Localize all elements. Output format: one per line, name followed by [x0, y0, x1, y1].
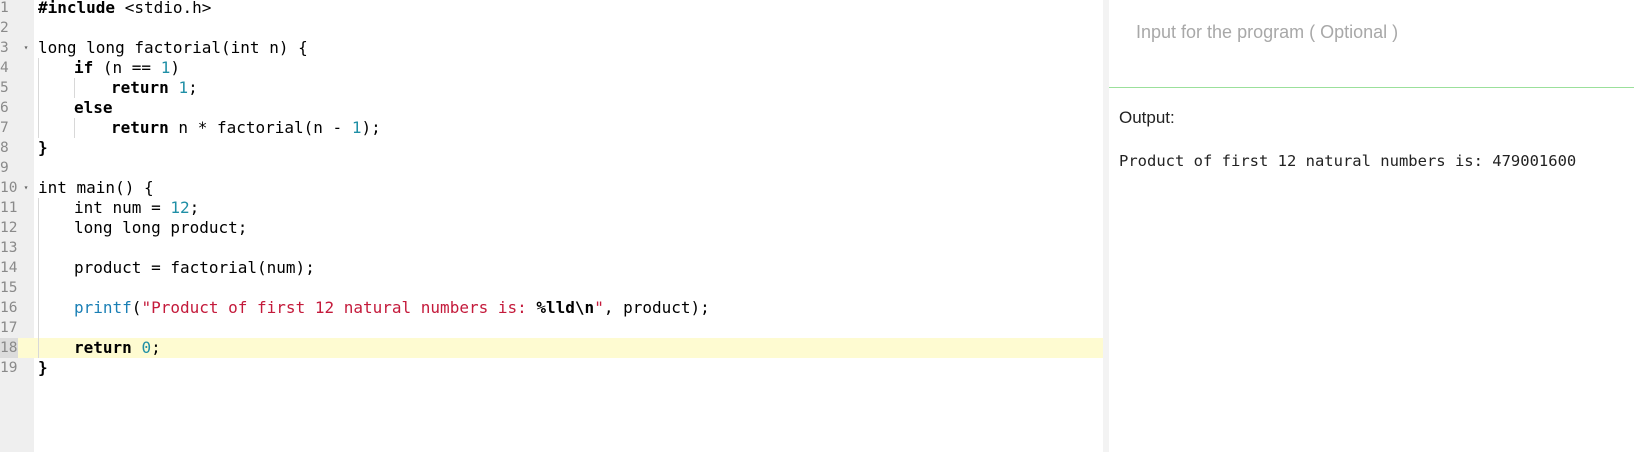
code-token: ; — [188, 78, 198, 97]
code-token: int main() { — [38, 178, 154, 197]
line-number: 18 — [0, 338, 18, 358]
code-token: " — [594, 298, 604, 317]
code-token: 1 — [160, 58, 171, 77]
code-line-4[interactable]: 4 if (n == 1) — [0, 58, 1103, 78]
code-line-17[interactable]: 17 — [0, 318, 1103, 338]
code-token: "Product of first 12 natural numbers is: — [141, 298, 537, 317]
code-token: 12 — [170, 198, 190, 217]
code-line-14[interactable]: 14 product = factorial(num); — [0, 258, 1103, 278]
code-lines: 1 #include <stdio.h> 2 3 ▾ long long fac… — [0, 0, 1103, 378]
line-number: 4 — [0, 60, 9, 76]
code-token: } — [38, 138, 48, 157]
code-line-13[interactable]: 13 — [0, 238, 1103, 258]
code-token: } — [38, 358, 48, 377]
code-token: %lld\n — [536, 298, 595, 317]
line-number: 7 — [0, 120, 9, 136]
code-token: long long product; — [74, 218, 248, 237]
code-token: ; — [189, 198, 200, 217]
code-token: printf — [74, 298, 132, 317]
code-token: long long factorial(int n) { — [38, 38, 308, 57]
code-token: , product); — [603, 298, 710, 317]
code-line-12[interactable]: 12 long long product; — [0, 218, 1103, 238]
line-number: 17 — [0, 320, 18, 336]
code-token: 0 — [141, 338, 152, 357]
line-number: 5 — [0, 80, 9, 96]
code-token: ); — [361, 118, 381, 137]
indent-guide — [74, 118, 75, 138]
code-token: (n == — [93, 58, 161, 77]
code-token: return — [74, 338, 132, 357]
code-token: n * factorial(n - — [168, 118, 352, 137]
code-token: return — [111, 78, 169, 97]
line-number: 10 — [0, 180, 18, 196]
code-line-18-active[interactable]: 18 return 0; — [0, 338, 1103, 358]
line-number: 14 — [0, 260, 18, 276]
code-token: product = factorial(num); — [74, 258, 315, 277]
code-line-9[interactable]: 9 — [0, 158, 1103, 178]
indent-guide — [38, 218, 39, 238]
output-label: Output: — [1119, 108, 1175, 127]
line-number: 13 — [0, 240, 18, 256]
code-line-5[interactable]: 5 return 1; — [0, 78, 1103, 98]
code-token: ; — [151, 338, 161, 357]
code-token: if — [74, 58, 94, 77]
line-number: 12 — [0, 220, 18, 236]
indent-guide — [38, 58, 39, 78]
program-output: Product of first 12 natural numbers is: … — [1119, 152, 1577, 170]
fold-toggle-icon[interactable]: ▾ — [20, 178, 32, 198]
code-line-2[interactable]: 2 — [0, 18, 1103, 38]
code-editor[interactable]: 1 #include <stdio.h> 2 3 ▾ long long fac… — [0, 0, 1103, 452]
code-line-1[interactable]: 1 #include <stdio.h> — [0, 0, 1103, 18]
code-token: else — [74, 98, 113, 117]
line-number: 3 — [0, 40, 9, 56]
line-number: 1 — [0, 0, 9, 16]
code-line-16[interactable]: 16 printf("Product of first 12 natural n… — [0, 298, 1103, 318]
line-number: 15 — [0, 280, 18, 296]
code-line-15[interactable]: 15 — [0, 278, 1103, 298]
line-number: 9 — [0, 160, 9, 176]
indent-guide — [38, 338, 39, 358]
program-input-field[interactable] — [1109, 0, 1634, 88]
line-number: 2 — [0, 20, 9, 36]
indent-guide — [38, 238, 39, 258]
code-line-7[interactable]: 7 return n * factorial(n - 1); — [0, 118, 1103, 138]
code-line-3[interactable]: 3 ▾ long long factorial(int n) { — [0, 38, 1103, 58]
line-number: 6 — [0, 100, 9, 116]
indent-guide — [38, 118, 39, 138]
code-line-10[interactable]: 10 ▾ int main() { — [0, 178, 1103, 198]
indent-guide — [38, 278, 39, 298]
code-token: #include — [38, 0, 116, 17]
indent-guide — [38, 298, 39, 318]
code-line-19[interactable]: 19 } — [0, 358, 1103, 378]
fold-toggle-icon[interactable]: ▾ — [20, 38, 32, 58]
line-number: 16 — [0, 300, 18, 316]
code-line-6[interactable]: 6 else — [0, 98, 1103, 118]
code-token: int num = — [74, 198, 171, 217]
code-line-11[interactable]: 11 int num = 12; — [0, 198, 1103, 218]
line-number: 11 — [0, 200, 18, 216]
code-token: ) — [170, 58, 180, 77]
line-number: 19 — [0, 360, 18, 376]
code-token: ( — [131, 298, 142, 317]
indent-guide — [38, 78, 39, 98]
indent-guide — [38, 318, 39, 338]
indent-guide — [38, 98, 39, 118]
indent-guide — [74, 78, 75, 98]
code-token: return — [111, 118, 169, 137]
indent-guide — [38, 198, 39, 218]
line-number: 8 — [0, 140, 9, 156]
indent-guide — [38, 258, 39, 278]
code-token: 1 — [178, 78, 189, 97]
io-panel: Output: Product of first 12 natural numb… — [1109, 0, 1634, 452]
code-token: <stdio.h> — [115, 0, 212, 17]
code-line-8[interactable]: 8 } — [0, 138, 1103, 158]
